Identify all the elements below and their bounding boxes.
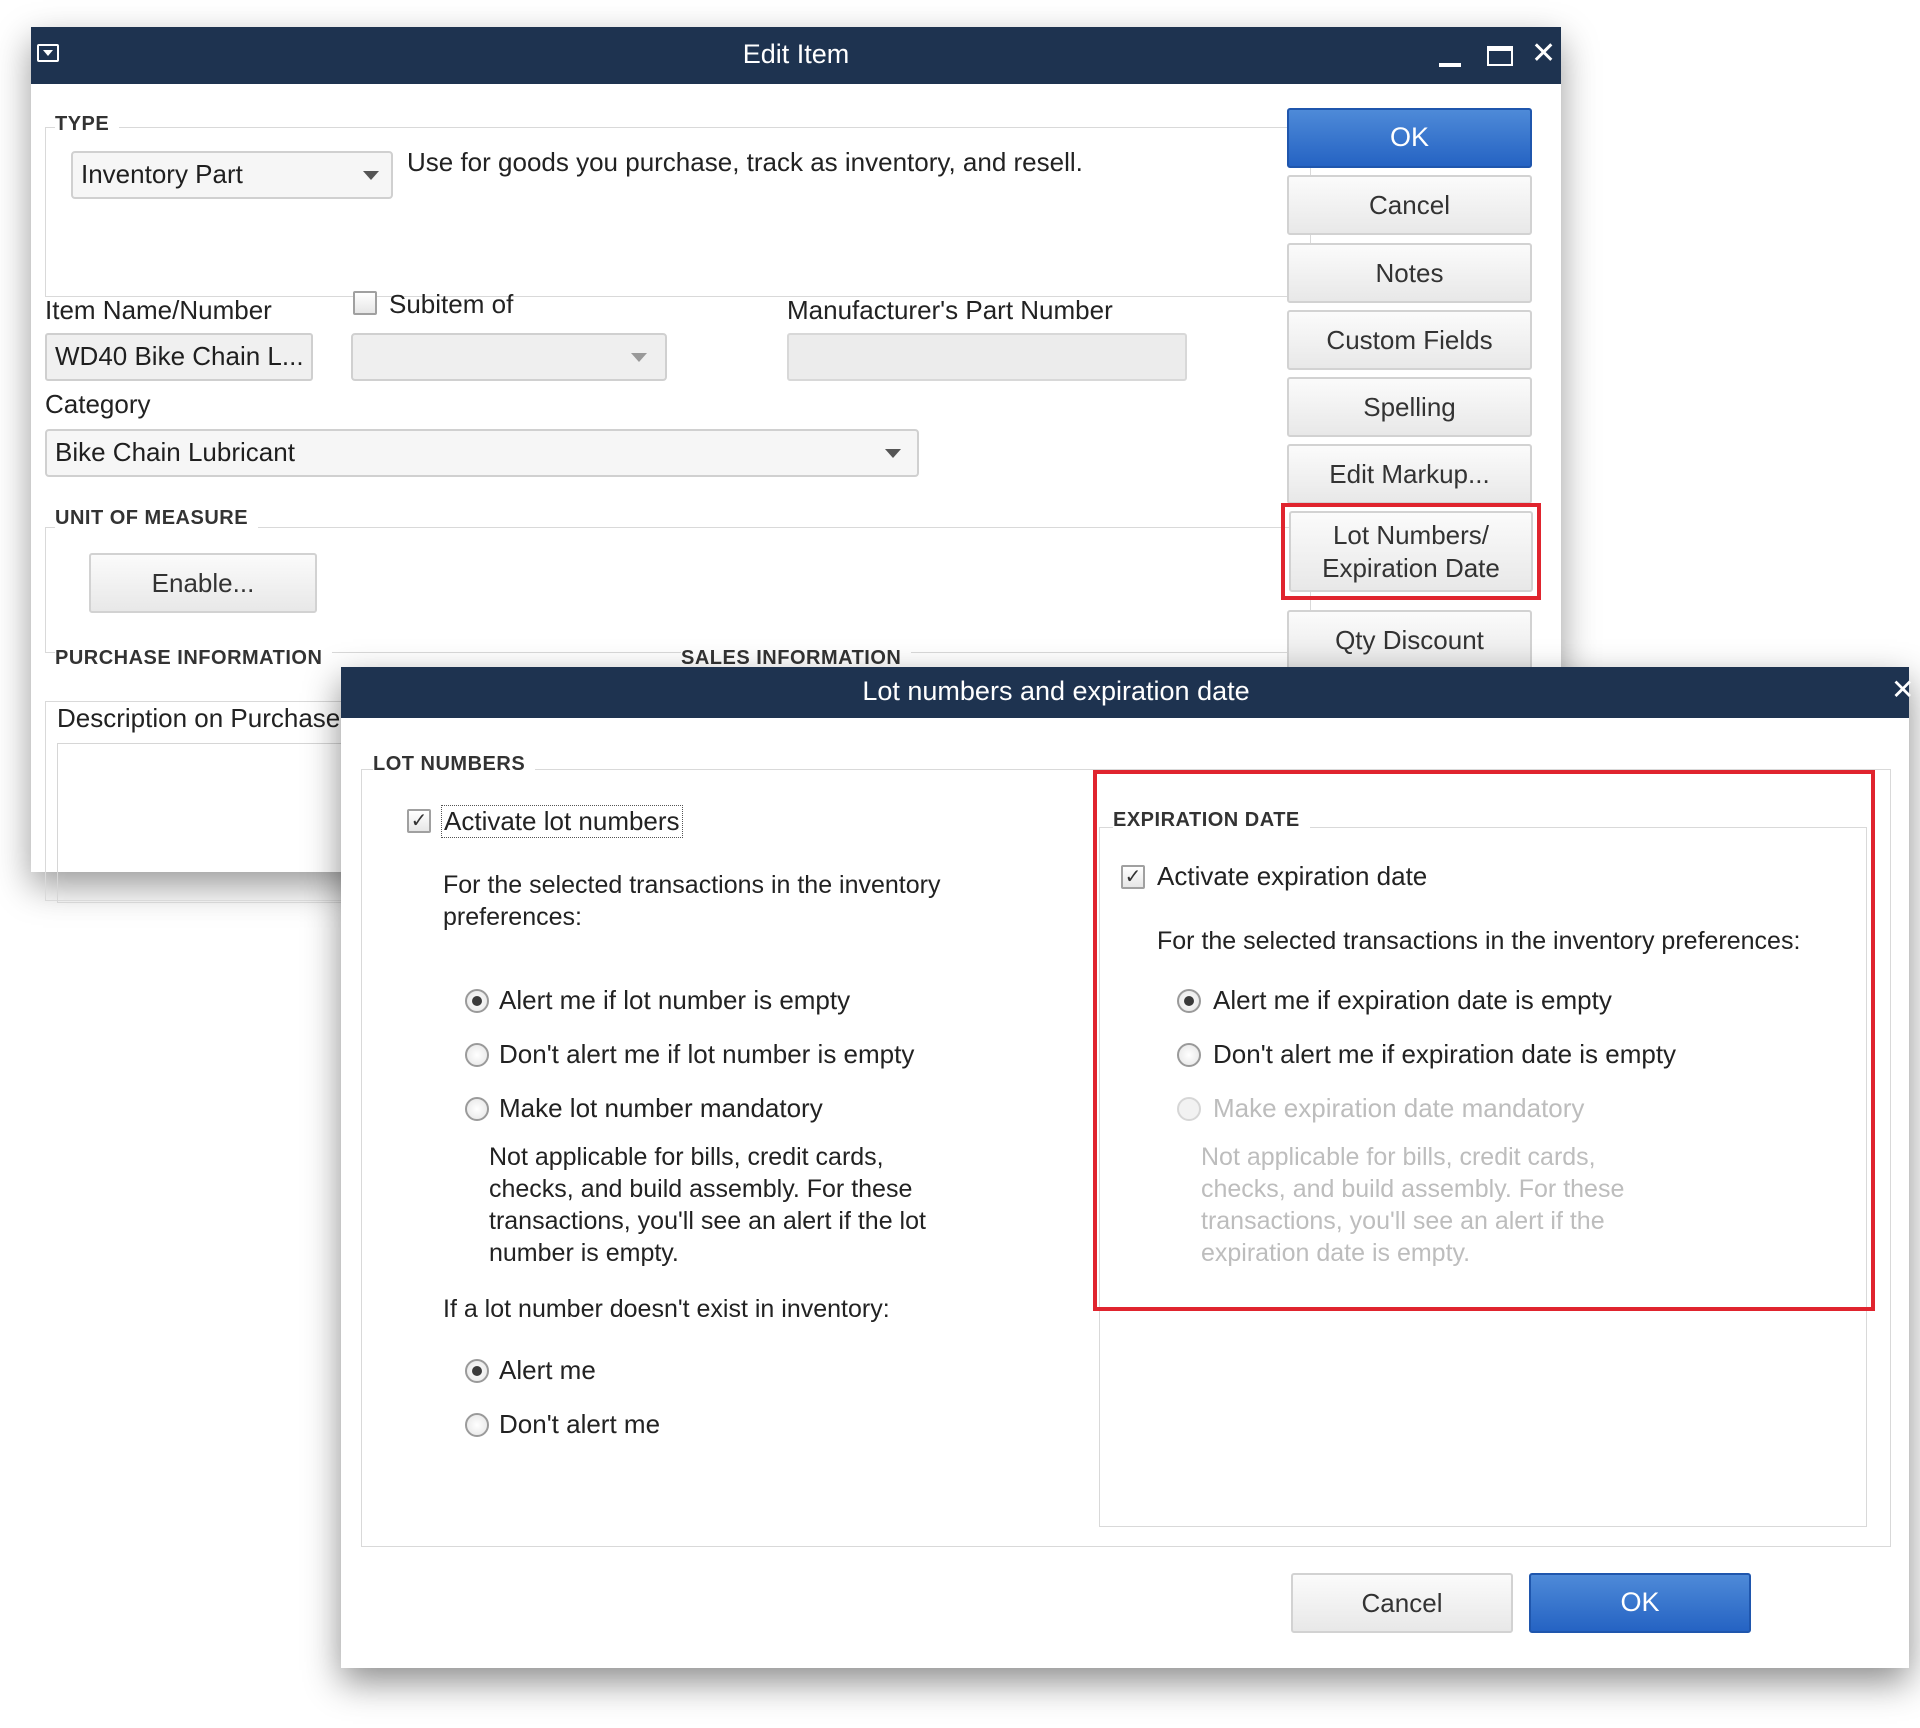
close-icon[interactable]: ✕ xyxy=(1891,673,1914,706)
activate-lot-label: Activate lot numbers xyxy=(441,805,683,838)
spelling-button[interactable]: Spelling xyxy=(1287,377,1532,437)
item-name-field[interactable]: WD40 Bike Chain L... xyxy=(45,333,313,381)
lot-numbers-label: LOT NUMBERS xyxy=(373,753,536,776)
activate-lot-checkbox[interactable]: ✓ xyxy=(407,809,431,833)
not-exist-option-label: Alert me xyxy=(499,1355,596,1385)
lot-dialog-window: Lot numbers and expiration date ✕ LOT NU… xyxy=(341,667,1914,1668)
enable-button[interactable]: Enable... xyxy=(89,553,317,613)
lot-numbers-button-line2: Expiration Date xyxy=(1322,552,1500,583)
exp-option-label: Don't alert me if expiration date is emp… xyxy=(1213,1039,1677,1069)
lot-numbers-button[interactable]: Lot Numbers/ Expiration Date xyxy=(1289,511,1533,592)
item-name-label: Item Name/Number xyxy=(45,295,272,325)
lot-instructions-line1: For the selected transactions in the inv… xyxy=(443,871,941,899)
qty-discount-button[interactable]: Qty Discount xyxy=(1287,610,1532,670)
maximize-icon[interactable] xyxy=(1487,46,1513,66)
not-exist-alert-radio[interactable] xyxy=(465,1359,489,1383)
category-label: Category xyxy=(45,389,151,419)
close-icon[interactable]: ✕ xyxy=(1531,36,1556,71)
custom-fields-button[interactable]: Custom Fields xyxy=(1287,310,1532,370)
exp-dont-alert-radio[interactable] xyxy=(1177,1043,1201,1067)
lot-mandatory-radio[interactable] xyxy=(465,1097,489,1121)
exp-option-label: Alert me if expiration date is empty xyxy=(1213,985,1612,1015)
chevron-down-icon xyxy=(885,449,901,458)
not-exist-option-label: Don't alert me xyxy=(499,1409,661,1439)
subitem-checkbox[interactable] xyxy=(353,291,377,315)
subitem-label: Subitem of xyxy=(389,289,514,319)
not-exist-dont-alert-radio[interactable] xyxy=(465,1413,489,1437)
exp-note-line: checks, and build assembly. For these xyxy=(1201,1175,1625,1203)
desc-purchases-label: Description on Purchase xyxy=(57,703,341,733)
cancel-button[interactable]: Cancel xyxy=(1291,1573,1513,1633)
minimize-icon[interactable] xyxy=(1439,63,1461,67)
type-selected: Inventory Part xyxy=(81,159,243,189)
exp-alert-empty-radio[interactable] xyxy=(1177,989,1201,1013)
lot-option-label: Make lot number mandatory xyxy=(499,1093,823,1123)
lot-note-line: transactions, you'll see an alert if the… xyxy=(489,1207,926,1235)
lot-not-exist-label: If a lot number doesn't exist in invento… xyxy=(443,1295,890,1323)
lot-dont-alert-radio[interactable] xyxy=(465,1043,489,1067)
exp-option-label: Make expiration date mandatory xyxy=(1213,1093,1585,1123)
category-selected: Bike Chain Lubricant xyxy=(55,437,295,467)
exp-note-line: Not applicable for bills, credit cards, xyxy=(1201,1143,1596,1171)
lot-numbers-button-line1: Lot Numbers/ xyxy=(1332,520,1490,550)
chevron-down-icon xyxy=(631,353,647,362)
lot-note-line: checks, and build assembly. For these xyxy=(489,1175,913,1203)
uom-label: UNIT OF MEASURE xyxy=(55,507,259,530)
exp-note-line: expiration date is empty. xyxy=(1201,1239,1471,1267)
expiration-instructions: For the selected transactions in the inv… xyxy=(1157,927,1801,955)
type-description: Use for goods you purchase, track as inv… xyxy=(407,147,1083,177)
ok-button[interactable]: OK xyxy=(1287,108,1532,168)
exp-mandatory-radio xyxy=(1177,1097,1201,1121)
purchase-info-label: PURCHASE INFORMATION xyxy=(55,647,333,670)
lot-option-label: Don't alert me if lot number is empty xyxy=(499,1039,915,1069)
window-title: Edit Item xyxy=(742,39,850,69)
edit-item-titlebar: Edit Item ✕ xyxy=(31,27,1561,84)
lot-note-line: number is empty. xyxy=(489,1239,679,1267)
subitem-dropdown[interactable] xyxy=(351,333,667,381)
lot-option-label: Alert me if lot number is empty xyxy=(499,985,851,1015)
notes-button[interactable]: Notes xyxy=(1287,243,1532,303)
dialog-title: Lot numbers and expiration date xyxy=(862,676,1250,706)
expiration-label: EXPIRATION DATE xyxy=(1113,809,1310,832)
exp-note-line: transactions, you'll see an alert if the xyxy=(1201,1207,1605,1235)
desc-purchases-field[interactable] xyxy=(57,743,357,903)
activate-expiration-label: Activate expiration date xyxy=(1157,861,1428,891)
lot-note-line: Not applicable for bills, credit cards, xyxy=(489,1143,884,1171)
lot-dialog-titlebar: Lot numbers and expiration date ✕ xyxy=(341,667,1914,718)
lot-alert-empty-radio[interactable] xyxy=(465,989,489,1013)
lot-instructions-line2: preferences: xyxy=(443,903,582,931)
mpn-label: Manufacturer's Part Number xyxy=(787,295,1113,325)
cancel-button[interactable]: Cancel xyxy=(1287,175,1532,235)
mpn-field[interactable] xyxy=(787,333,1187,381)
ok-button[interactable]: OK xyxy=(1529,1573,1751,1633)
edit-markup-button[interactable]: Edit Markup... xyxy=(1287,444,1532,504)
type-dropdown[interactable]: Inventory Part xyxy=(71,151,393,199)
chevron-down-icon xyxy=(363,171,379,180)
type-label: TYPE xyxy=(55,113,120,136)
activate-expiration-checkbox[interactable]: ✓ xyxy=(1121,865,1145,889)
category-dropdown[interactable]: Bike Chain Lubricant xyxy=(45,429,919,477)
